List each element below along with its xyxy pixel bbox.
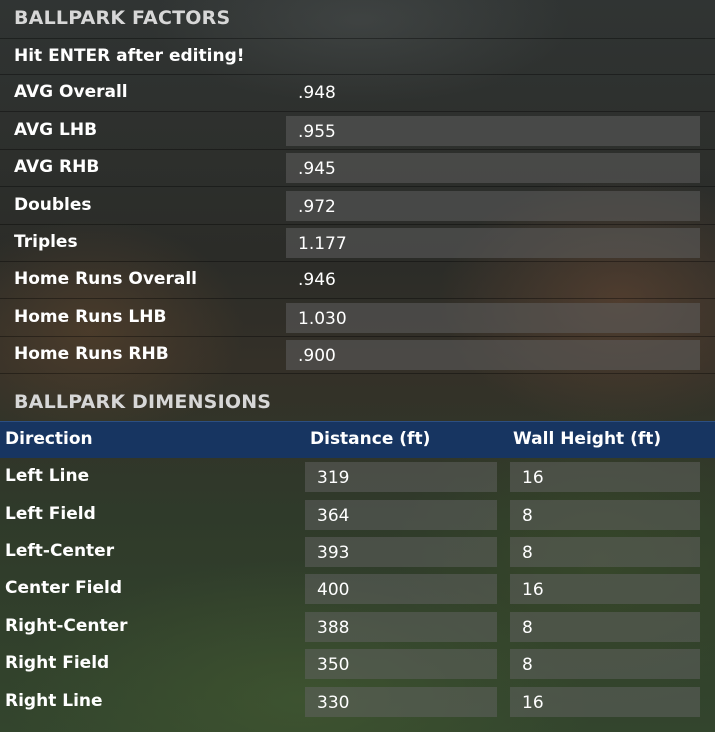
column-header-wall-height: Wall Height (ft): [513, 429, 662, 449]
factor-label: AVG LHB: [14, 120, 98, 140]
input-value: 400: [317, 580, 350, 600]
direction-label: Right Line: [5, 691, 103, 711]
input-value: 1.177: [298, 234, 347, 254]
factor-row-avg-overall: AVG Overall .948: [0, 75, 715, 112]
input-value: 393: [317, 543, 350, 563]
factor-label: Home Runs LHB: [14, 307, 167, 327]
edit-note-row: Hit ENTER after editing!: [0, 38, 715, 75]
factor-row-avg-rhb: AVG RHB .945: [0, 150, 715, 187]
table-row: Center Field 400 16: [0, 571, 715, 608]
factor-row-hr-rhb: Home Runs RHB .900: [0, 337, 715, 374]
factor-row-avg-lhb: AVG LHB .955: [0, 113, 715, 150]
ballpark-dimensions-title: BALLPARK DIMENSIONS: [14, 391, 272, 413]
wall-height-input[interactable]: 8: [510, 500, 700, 530]
input-value: 350: [317, 655, 350, 675]
input-value: 364: [317, 506, 350, 526]
direction-label: Left Line: [5, 466, 90, 486]
factor-row-hr-lhb: Home Runs LHB 1.030: [0, 300, 715, 337]
direction-label: Center Field: [5, 578, 123, 598]
distance-input[interactable]: 400: [305, 574, 497, 604]
input-value: 16: [522, 580, 544, 600]
input-value: .900: [298, 346, 336, 366]
factor-label: Home Runs RHB: [14, 344, 169, 364]
ballpark-factors-title: BALLPARK FACTORS: [14, 7, 231, 29]
input-value: 330: [317, 693, 350, 713]
table-row: Right Field 350 8: [0, 646, 715, 683]
direction-label: Left Field: [5, 504, 96, 524]
table-row: Right-Center 388 8: [0, 609, 715, 646]
factor-row-triples: Triples 1.177: [0, 225, 715, 262]
factor-value: .948: [298, 83, 336, 103]
distance-input[interactable]: 319: [305, 462, 497, 492]
edit-note: Hit ENTER after editing!: [14, 46, 245, 66]
direction-label: Left-Center: [5, 541, 115, 561]
distance-input[interactable]: 350: [305, 649, 497, 679]
factor-label: Doubles: [14, 195, 92, 215]
column-header-distance: Distance (ft): [310, 429, 431, 449]
factor-label: Home Runs Overall: [14, 269, 197, 289]
input-value: .955: [298, 122, 336, 142]
column-header-direction: Direction: [5, 429, 93, 449]
distance-input[interactable]: 364: [305, 500, 497, 530]
distance-input[interactable]: 388: [305, 612, 497, 642]
input-value: .945: [298, 159, 336, 179]
input-value: 388: [317, 618, 350, 638]
factor-row-hr-overall: Home Runs Overall .946: [0, 262, 715, 299]
factor-row-doubles: Doubles .972: [0, 188, 715, 225]
hr-lhb-input[interactable]: 1.030: [286, 303, 700, 333]
table-row: Left Field 364 8: [0, 497, 715, 534]
input-value: 319: [317, 468, 350, 488]
distance-input[interactable]: 393: [305, 537, 497, 567]
table-row: Left-Center 393 8: [0, 534, 715, 571]
factor-label: AVG Overall: [14, 82, 128, 102]
avg-rhb-input[interactable]: .945: [286, 153, 700, 183]
wall-height-input[interactable]: 16: [510, 574, 700, 604]
input-value: 8: [522, 543, 533, 563]
factor-value: .946: [298, 270, 336, 290]
wall-height-input[interactable]: 8: [510, 537, 700, 567]
triples-input[interactable]: 1.177: [286, 228, 700, 258]
ballpark-panel: BALLPARK FACTORS Hit ENTER after editing…: [0, 0, 715, 732]
direction-label: Right Field: [5, 653, 110, 673]
factor-label: Triples: [14, 232, 78, 252]
input-value: 8: [522, 618, 533, 638]
avg-lhb-input[interactable]: .955: [286, 116, 700, 146]
input-value: 1.030: [298, 309, 347, 329]
wall-height-input[interactable]: 8: [510, 612, 700, 642]
wall-height-input[interactable]: 16: [510, 462, 700, 492]
table-row: Right Line 330 16: [0, 684, 715, 721]
input-value: 16: [522, 693, 544, 713]
input-value: 8: [522, 655, 533, 675]
table-row: Left Line 319 16: [0, 459, 715, 496]
wall-height-input[interactable]: 8: [510, 649, 700, 679]
doubles-input[interactable]: .972: [286, 191, 700, 221]
direction-label: Right-Center: [5, 616, 128, 636]
input-value: 16: [522, 468, 544, 488]
dimensions-table-header: Direction Distance (ft) Wall Height (ft): [0, 421, 715, 458]
input-value: .972: [298, 197, 336, 217]
factor-label: AVG RHB: [14, 157, 100, 177]
input-value: 8: [522, 506, 533, 526]
wall-height-input[interactable]: 16: [510, 687, 700, 717]
distance-input[interactable]: 330: [305, 687, 497, 717]
hr-rhb-input[interactable]: .900: [286, 340, 700, 370]
